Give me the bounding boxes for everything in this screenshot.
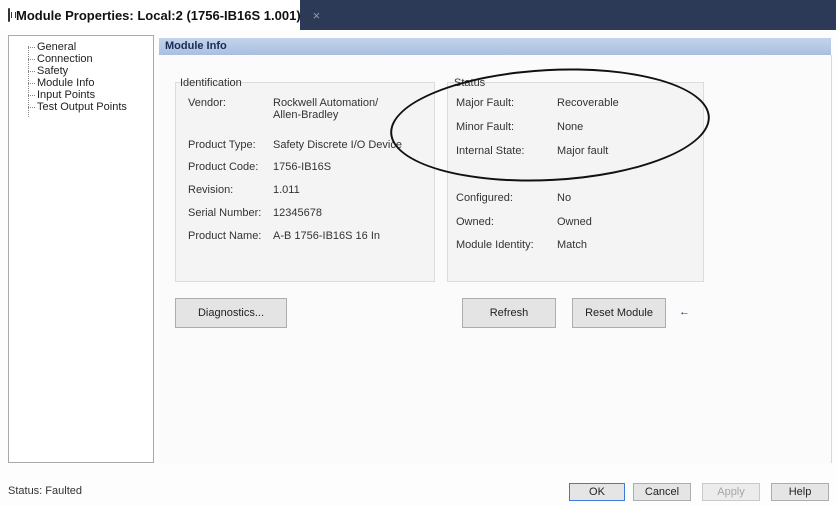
tree-item-test-output-points[interactable]: Test Output Points [28, 101, 127, 113]
panel-title: Module Info [159, 38, 831, 55]
serial-number-label: Serial Number: [188, 207, 262, 219]
category-tree: General Connection Safety Module Info In… [8, 35, 154, 463]
ok-button[interactable]: OK [569, 483, 625, 501]
reset-module-button[interactable]: Reset Module [572, 298, 666, 328]
product-name-label: Product Name: [188, 230, 262, 242]
title-bar: Module Properties: Local:2 (1756-IB16S 1… [0, 0, 836, 30]
revision-value: 1.011 [273, 184, 300, 196]
module-identity-label: Module Identity: [456, 239, 534, 251]
configured-value: No [557, 192, 572, 204]
vendor-value-line2: Allen-Bradley [273, 109, 339, 121]
configured-label: Configured: [456, 192, 513, 204]
diagnostics-button[interactable]: Diagnostics... [175, 298, 287, 328]
status-group-label: Status [454, 77, 486, 89]
window-title: Module Properties: Local:2 (1756-IB16S 1… [16, 7, 301, 23]
product-type-value: Safety Discrete I/O Device [273, 139, 402, 151]
window-tab[interactable]: Module Properties: Local:2 (1756-IB16S 1… [0, 0, 320, 30]
minor-fault-label: Minor Fault: [456, 121, 515, 133]
tree-item-input-points[interactable]: Input Points [28, 89, 95, 101]
internal-state-value: Major fault [557, 145, 609, 157]
module-identity-value: Match [557, 239, 587, 251]
arrow-left-icon: ← [679, 306, 690, 318]
tree-item-module-info[interactable]: Module Info [28, 77, 94, 89]
owned-value: Owned [557, 216, 592, 228]
minor-fault-value: None [557, 121, 584, 133]
help-button[interactable]: Help [771, 483, 829, 501]
serial-number-value: 12345678 [273, 207, 322, 219]
close-icon[interactable]: × [313, 8, 321, 23]
tree-item-connection[interactable]: Connection [28, 53, 93, 65]
identification-group-label: Identification [180, 77, 242, 89]
refresh-button[interactable]: Refresh [462, 298, 556, 328]
status-text: Status: Faulted [8, 485, 82, 497]
module-properties-icon [8, 8, 16, 22]
tree-item-safety[interactable]: Safety [28, 65, 68, 77]
product-code-value: 1756-IB16S [273, 161, 332, 173]
vendor-label: Vendor: [188, 97, 226, 109]
major-fault-value: Recoverable [557, 97, 619, 109]
cancel-button[interactable]: Cancel [633, 483, 691, 501]
tree-item-general[interactable]: General [28, 41, 76, 53]
major-fault-label: Major Fault: [456, 97, 515, 109]
product-type-label: Product Type: [188, 139, 256, 151]
status-group [447, 82, 704, 282]
owned-label: Owned: [456, 216, 494, 228]
product-name-value: A-B 1756-IB16S 16 In [273, 230, 381, 242]
internal-state-label: Internal State: [456, 145, 525, 157]
revision-label: Revision: [188, 184, 234, 196]
product-code-label: Product Code: [188, 161, 259, 173]
apply-button[interactable]: Apply [702, 483, 760, 501]
